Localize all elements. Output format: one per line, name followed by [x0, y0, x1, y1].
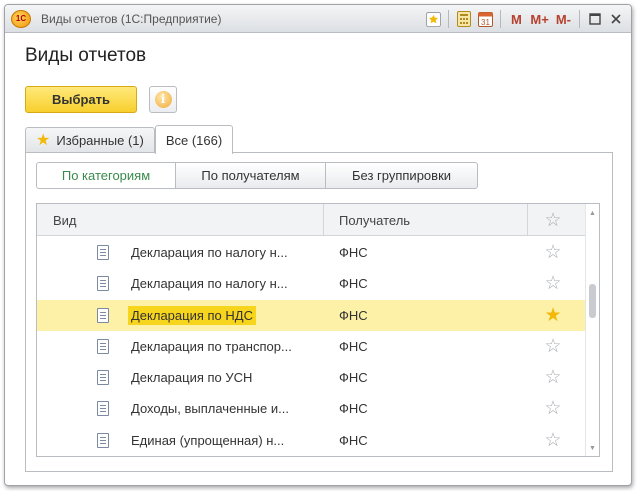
star-outline-icon[interactable]: ☆	[535, 425, 571, 456]
svg-text:31: 31	[481, 18, 490, 27]
scroll-up-icon[interactable]: ▲	[586, 210, 599, 217]
star-icon: ★	[36, 131, 51, 149]
cell-recipient: ФНС	[339, 432, 368, 448]
cell-kind: Декларация по транспор...	[131, 331, 292, 362]
table-row[interactable]: Декларация по УСН ФНС ☆	[37, 362, 587, 393]
cell-kind-text: Доходы, выплаченные и...	[131, 401, 289, 417]
cell-recipient: ФНС	[339, 245, 368, 260]
tab-bar: ★ Избранные (1) Все (166)	[25, 125, 234, 154]
document-icon	[97, 338, 109, 354]
star-filled-icon[interactable]: ★	[535, 300, 571, 331]
cell-kind-text: Декларация по УСН	[131, 370, 253, 386]
table-row[interactable]: Декларация по НДС ФНС ★	[37, 299, 587, 331]
table-row[interactable]: Декларация по транспор... ФНС ☆	[37, 331, 587, 362]
group-by-category-button[interactable]: По категориям	[36, 162, 176, 189]
document-icon	[97, 370, 109, 386]
cell-kind: Декларация по налогу н...	[131, 237, 288, 268]
cell-recipient: ФНС	[339, 276, 368, 292]
toolbar-separator	[448, 10, 450, 28]
info-button[interactable]: i	[149, 86, 177, 113]
tab-favorites-label: Избранные (1)	[56, 133, 144, 148]
star-outline-icon[interactable]: ☆	[535, 331, 571, 362]
scroll-down-icon[interactable]: ▼	[586, 445, 599, 452]
column-divider	[323, 204, 324, 236]
document-icon	[97, 307, 109, 323]
cell-recipient: ФНС	[339, 307, 368, 323]
column-header-favorite[interactable]: ☆	[535, 204, 571, 236]
cell-kind: Единая (упрощенная) н...	[131, 425, 284, 456]
star-outline-icon[interactable]: ☆	[535, 237, 571, 268]
cell-recipient: ФНС	[339, 401, 368, 417]
tab-all[interactable]: Все (166)	[154, 125, 234, 154]
toolbar-separator	[500, 10, 502, 28]
no-grouping-button[interactable]: Без группировки	[325, 162, 478, 189]
cell-kind-text: Единая (упрощенная) н...	[131, 432, 285, 448]
table-row[interactable]: Декларация по налогу н... ФНС ☆	[37, 237, 587, 268]
favorites-star-button[interactable]	[424, 9, 442, 29]
table-row[interactable]: Единая (упрощенная) н... ФНС ☆	[37, 425, 587, 456]
star-outline-icon: ☆	[544, 209, 562, 231]
document-icon	[97, 401, 109, 417]
cell-kind-text: Декларация по транспор...	[131, 338, 292, 354]
column-divider	[527, 204, 528, 236]
group-by-recipient-button[interactable]: По получателям	[175, 162, 326, 189]
cell-kind: Декларация по УСН	[131, 362, 252, 393]
calendar-icon[interactable]: 31	[476, 9, 494, 29]
tab-favorites[interactable]: ★ Избранные (1)	[25, 127, 155, 153]
star-outline-icon[interactable]: ☆	[535, 362, 571, 393]
cell-kind: Декларация по НДС	[128, 300, 256, 331]
window-title: Виды отчетов (1С:Предприятие)	[41, 12, 222, 26]
memory-button[interactable]: M	[507, 9, 525, 29]
document-icon	[97, 276, 109, 292]
star-outline-icon[interactable]: ☆	[535, 393, 571, 424]
scroll-thumb[interactable]	[589, 284, 596, 318]
toolbar-separator	[579, 10, 580, 28]
report-kinds-window: 1С Виды отчетов (1С:Предприятие) 31 M M+…	[4, 4, 632, 486]
document-icon	[97, 245, 109, 260]
cell-recipient: ФНС	[339, 370, 368, 386]
cell-kind-text: Декларация по налогу н...	[131, 245, 288, 260]
tab-all-label: Все (166)	[165, 132, 223, 148]
memory-minus-button[interactable]: M-	[554, 9, 573, 29]
document-icon	[97, 432, 109, 448]
calculator-icon[interactable]	[455, 9, 473, 29]
memory-plus-button[interactable]: M+	[528, 9, 550, 29]
cell-kind-text: Декларация по НДС	[128, 305, 256, 325]
vertical-scrollbar[interactable]: ▲ ▼	[585, 204, 599, 456]
page-title: Виды отчетов	[25, 45, 147, 66]
report-kinds-table: Вид Получатель ☆ Декларация по налогу н.…	[36, 203, 600, 457]
grouping-switch: По категориям По получателям Без группир…	[36, 162, 478, 189]
title-bar-controls: 31 M M+ M-	[424, 9, 625, 29]
tab-panel: По категориям По получателям Без группир…	[25, 152, 613, 472]
table-header: Вид Получатель ☆	[37, 204, 587, 236]
select-button[interactable]: Выбрать	[25, 86, 137, 113]
1c-logo-icon: 1С	[11, 10, 31, 28]
close-icon[interactable]	[607, 9, 625, 29]
star-outline-icon[interactable]: ☆	[535, 268, 571, 299]
table-row[interactable]: Декларация по налогу н... ФНС ☆	[37, 268, 587, 299]
table-row[interactable]: Доходы, выплаченные и... ФНС ☆	[37, 393, 587, 424]
cell-kind: Декларация по налогу н...	[131, 268, 288, 299]
cell-kind: Доходы, выплаченные и...	[131, 393, 289, 424]
cell-kind-text: Декларация по налогу н...	[131, 276, 288, 292]
column-header-kind[interactable]: Вид	[53, 204, 77, 236]
info-icon: i	[154, 91, 172, 108]
maximize-icon[interactable]	[586, 9, 604, 29]
column-header-recipient[interactable]: Получатель	[339, 204, 410, 236]
cell-recipient: ФНС	[339, 338, 368, 354]
title-bar: 1С Виды отчетов (1С:Предприятие) 31 M M+…	[5, 5, 631, 33]
table-body: Декларация по налогу н... ФНС ☆ Декларация …	[37, 237, 587, 456]
